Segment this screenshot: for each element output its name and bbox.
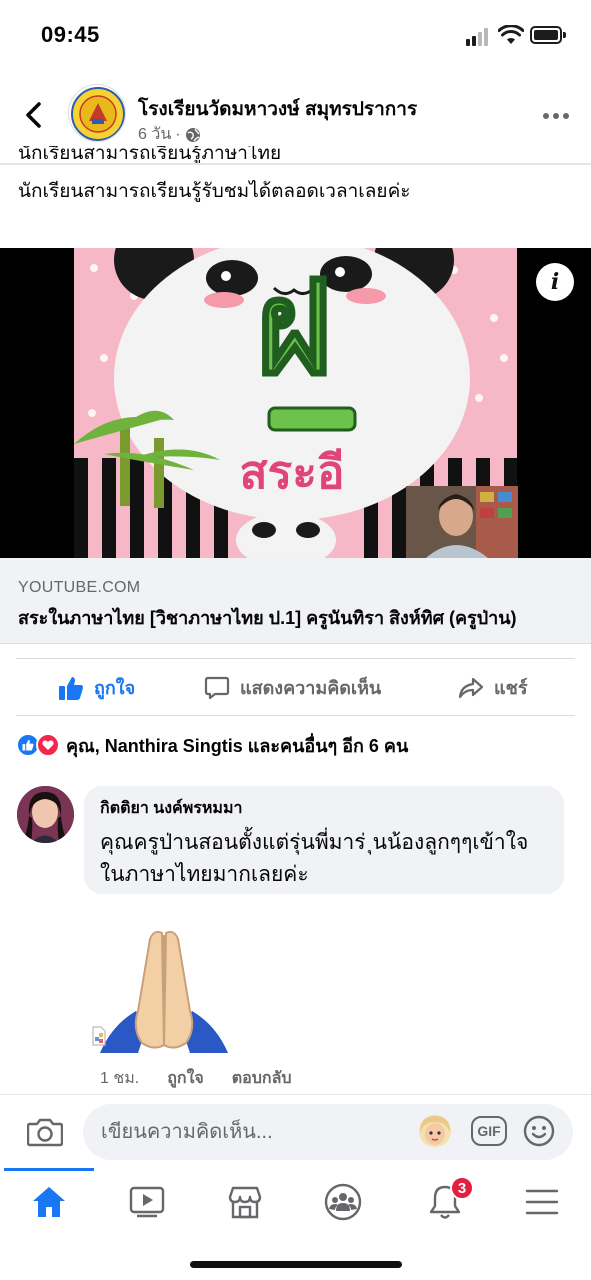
smile-icon[interactable] [523, 1115, 555, 1147]
wifi-icon [498, 25, 524, 44]
commenter-avatar[interactable] [17, 786, 74, 843]
like-label: ถูกใจ [94, 678, 136, 698]
post-text: นักเรียนสามารถเรียนรู้รับชมได้ตลอดเวลาเล… [18, 181, 411, 202]
gif-icon[interactable]: GIF [471, 1116, 507, 1146]
tab-menu[interactable] [522, 1182, 562, 1222]
like-icon [59, 676, 83, 700]
info-icon[interactable]: i [536, 263, 574, 301]
comment-icon [204, 676, 230, 699]
signal-icon [466, 28, 492, 46]
thumbnail-big-letter: ฝ [256, 252, 332, 404]
comment-button[interactable]: แสดงความคิดเห็น [204, 673, 381, 702]
menu-icon [525, 1189, 559, 1215]
watch-icon [129, 1186, 165, 1218]
share-label: แชร์ [494, 678, 528, 698]
page-avatar[interactable] [68, 84, 126, 142]
status-bar: 09:45 [0, 0, 591, 72]
post-text-cut: นักเรียนสามารถเรียนรู้ภาษาไทย [18, 146, 282, 164]
comment-text-line: ในภาษาไทยมากเลยค่ะ [100, 863, 309, 886]
reaction-summary[interactable]: คุณ, Nanthira Singtis และคนอื่นๆ อีก 6 ค… [16, 732, 408, 758]
like-button[interactable]: ถูกใจ [58, 673, 135, 702]
notification-badge: 3 [450, 1176, 474, 1200]
comment-reply-button[interactable]: ตอบกลับ [232, 1066, 292, 1091]
comment-like-button[interactable]: ถูกใจ [167, 1066, 204, 1091]
status-time: 09:45 [41, 22, 100, 47]
post-time[interactable]: 6 วัน [138, 122, 171, 147]
active-tab-indicator [4, 1168, 94, 1171]
post-meta: 6 วัน · [138, 122, 201, 147]
share-icon [458, 677, 484, 698]
link-title: สระในภาษาไทย [วิชาภาษาไทย ป.1] ครูนันทิร… [18, 608, 517, 628]
back-icon[interactable] [22, 100, 46, 130]
comment-author[interactable]: กิตติยา นงค์พรหมมา [100, 796, 548, 821]
page-name[interactable]: โรงเรียนวัดมหาวงษ์ สมุทรปราการ [138, 94, 417, 124]
home-icon [33, 1187, 65, 1217]
battery-icon [530, 26, 566, 44]
comment-meta: 1 ชม. ถูกใจ ตอบกลับ [100, 1066, 292, 1091]
link-domain: YOUTUBE.COM [18, 579, 141, 596]
reaction-text: คุณ, Nanthira Singtis และคนอื่นๆ อีก 6 ค… [66, 735, 409, 756]
tab-marketplace[interactable] [225, 1182, 265, 1222]
comment-time: 1 ชม. [100, 1070, 140, 1087]
camera-icon[interactable] [27, 1117, 63, 1147]
avatar-sticker-icon[interactable] [418, 1114, 452, 1148]
link-preview-card[interactable]: YOUTUBE.COM สระในภาษาไทย [วิชาภาษาไทย ป.… [0, 558, 591, 644]
comment-bubble[interactable]: กิตติยา นงค์พรหมมา คุณครูป่านสอนตั้งแต่ร… [84, 786, 564, 894]
school-logo-icon [71, 87, 125, 141]
meta-separator: · [175, 125, 181, 143]
comment-text-line: คุณครูป่านสอนตั้งแต่รุ่นพี่มาร่ ุนน้องลู… [100, 831, 529, 854]
more-icon[interactable] [542, 112, 570, 120]
divider [16, 715, 575, 716]
comment-text: คุณครูป่านสอนตั้งแต่รุ่นพี่มาร่ ุนน้องลู… [100, 827, 548, 891]
home-indicator [190, 1261, 402, 1268]
groups-icon [324, 1183, 362, 1221]
file-icon [92, 1026, 106, 1046]
tab-groups[interactable] [323, 1182, 363, 1222]
globe-icon [185, 127, 200, 142]
video-preview[interactable]: ฝ สระอี i [0, 248, 591, 558]
marketplace-icon [228, 1186, 262, 1219]
teacher-camera-inset [406, 486, 518, 558]
tab-home[interactable] [29, 1182, 69, 1222]
bottom-tab-bar [0, 1168, 591, 1248]
praying-hands-emoji[interactable] [98, 925, 230, 1053]
share-button[interactable]: แชร์ [458, 673, 528, 702]
love-reaction-icon [36, 733, 60, 757]
thumbnail-small-text: สระอี [239, 445, 344, 499]
header-divider [0, 163, 591, 165]
post-action-bar: ถูกใจ แสดงความคิดเห็น แชร์ [0, 659, 591, 715]
comment-label: แสดงความคิดเห็น [240, 678, 382, 698]
tab-watch[interactable] [127, 1182, 167, 1222]
